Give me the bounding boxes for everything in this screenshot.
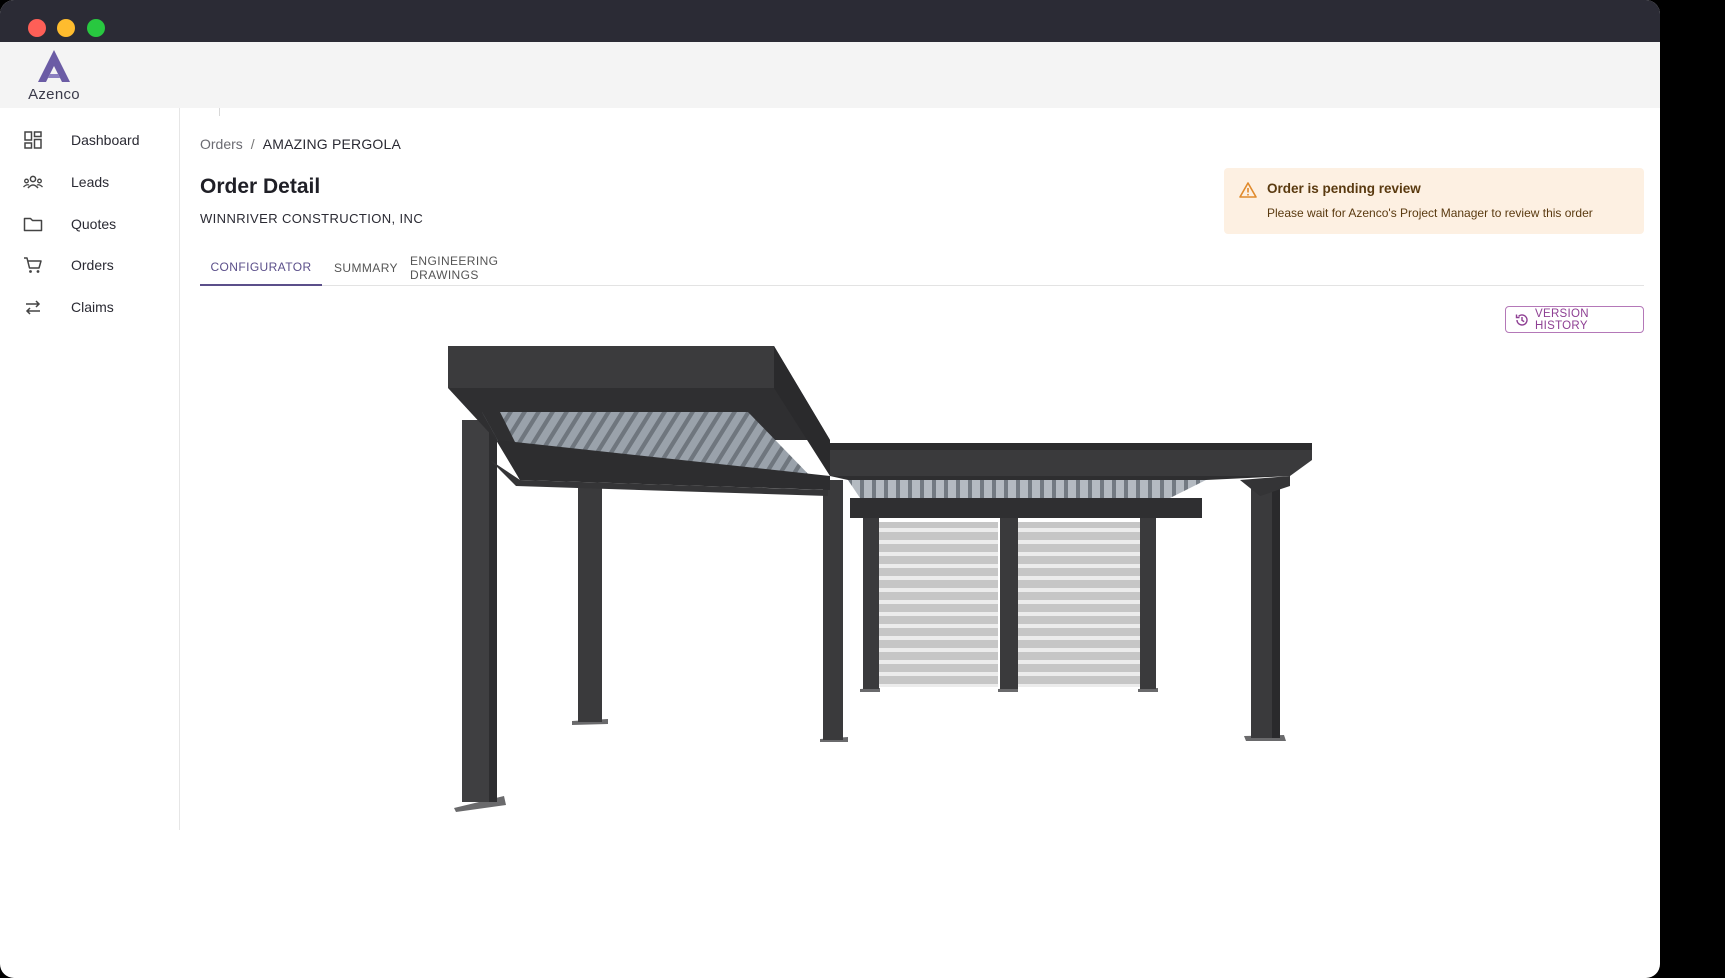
minimize-window-button[interactable] [57, 19, 75, 37]
sidebar-item-leads[interactable]: Leads [0, 162, 179, 202]
sidebar: Dashboard Leads Quotes Orders Claims [0, 108, 180, 830]
dashboard-icon [24, 131, 42, 149]
folder-icon [23, 217, 43, 232]
sidebar-item-label: Orders [71, 257, 114, 273]
logo-mark-icon [38, 50, 70, 82]
azenco-logo[interactable]: Azenco [24, 48, 84, 103]
sidebar-item-label: Leads [71, 174, 110, 190]
app-window: Azenco Dashboard Leads Quotes Orders Cla… [0, 0, 1660, 978]
pending-review-alert: Order is pending review Please wait for … [1224, 168, 1644, 234]
warning-icon [1239, 182, 1257, 198]
sidebar-item-orders[interactable]: Orders [0, 245, 179, 285]
breadcrumb: Orders / AMAZING PERGOLA [200, 136, 401, 152]
tab-configurator[interactable]: CONFIGURATOR [200, 250, 322, 286]
header-divider [219, 108, 220, 116]
alert-title: Order is pending review [1267, 181, 1421, 196]
right-pergola-roof [830, 443, 1312, 518]
company-name: WINNRIVER CONSTRUCTION, INC [200, 211, 424, 226]
users-icon [23, 175, 43, 189]
order-tabs: CONFIGURATOR SUMMARY ENGINEERING DRAWING… [200, 250, 1644, 286]
breadcrumb-separator: / [250, 136, 255, 152]
breadcrumb-orders-link[interactable]: Orders [200, 136, 243, 152]
sidebar-item-dashboard[interactable]: Dashboard [0, 120, 179, 160]
sidebar-item-quotes[interactable]: Quotes [0, 204, 179, 244]
sidebar-item-claims[interactable]: Claims [0, 287, 179, 327]
maximize-window-button[interactable] [87, 19, 105, 37]
swap-icon [25, 300, 41, 315]
page-title: Order Detail [200, 175, 321, 198]
left-pergola-roof [448, 346, 830, 496]
window-titlebar [0, 0, 1660, 42]
cart-icon [24, 257, 42, 273]
app-header: Azenco [0, 42, 1660, 108]
alert-message: Please wait for Azenco's Project Manager… [1267, 206, 1593, 220]
breadcrumb-current: AMAZING PERGOLA [262, 136, 402, 152]
sidebar-item-label: Quotes [71, 216, 117, 232]
sidebar-item-label: Dashboard [71, 132, 140, 148]
tab-engineering-drawings[interactable]: ENGINEERING DRAWINGS [410, 250, 570, 286]
logo-wordmark: Azenco [28, 86, 80, 103]
pergola-3d-viewer[interactable] [200, 300, 1644, 830]
sidebar-item-label: Claims [71, 299, 114, 315]
close-window-button[interactable] [28, 19, 46, 37]
tab-summary[interactable]: SUMMARY [322, 250, 410, 286]
